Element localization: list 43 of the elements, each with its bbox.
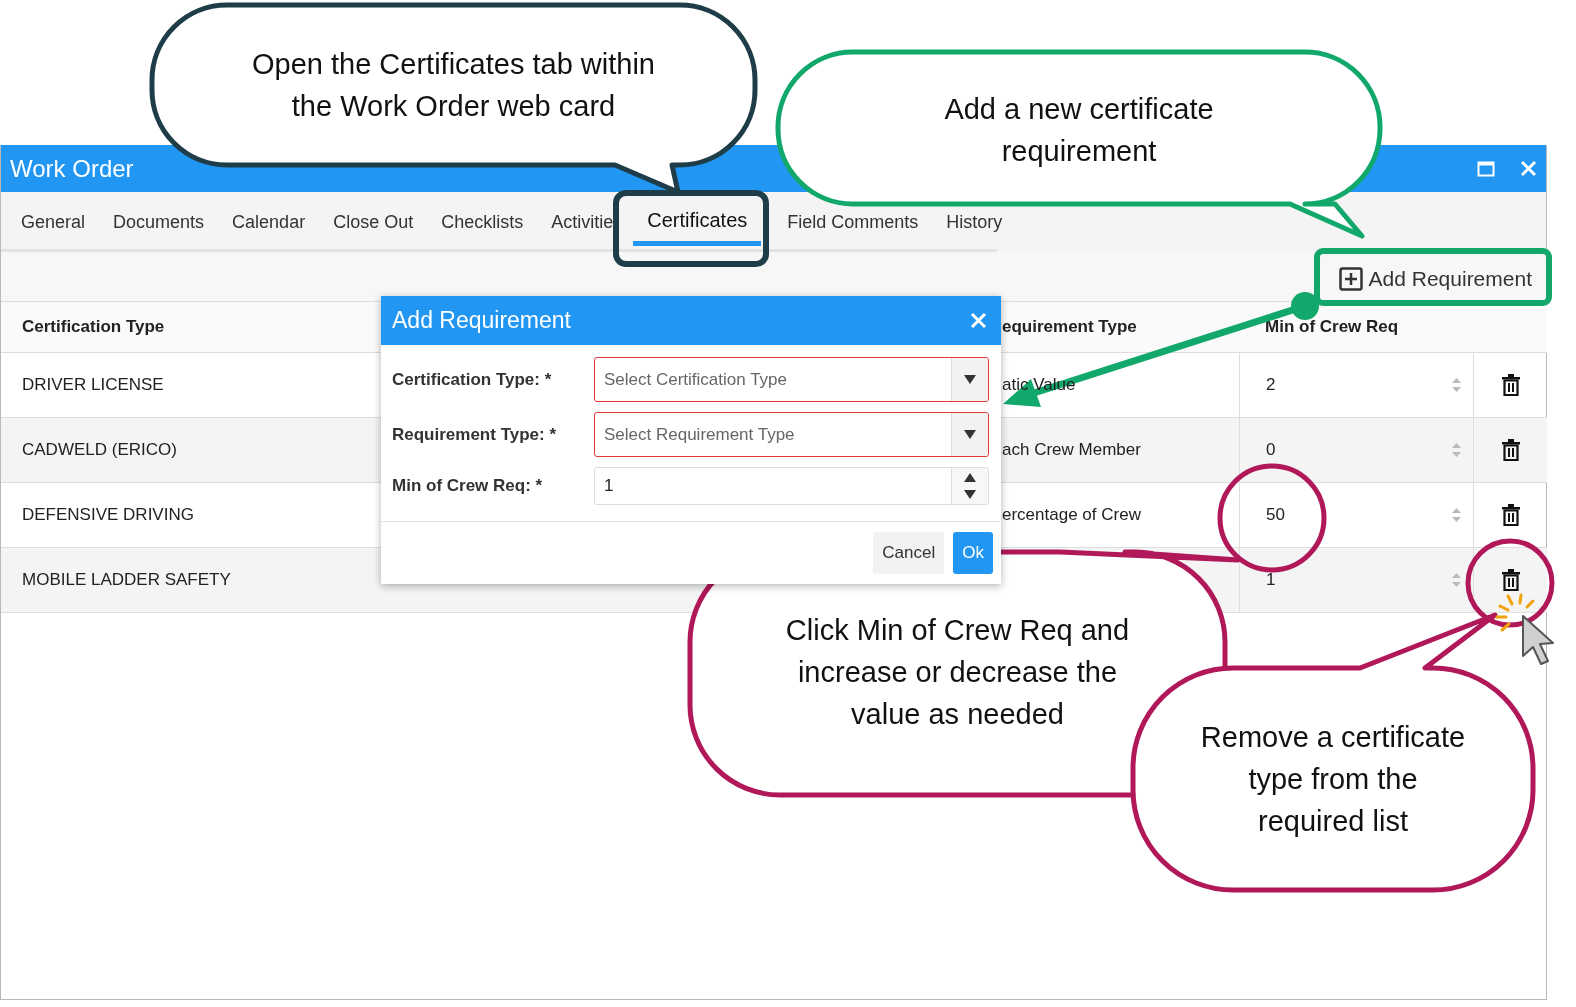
trash-icon[interactable] — [1501, 504, 1520, 526]
table-cell-text: ercentage of Crew — [1002, 504, 1141, 527]
column-header[interactable]: equirement Type — [1001, 302, 1239, 353]
trash-icon[interactable] — [1501, 569, 1520, 591]
select-field[interactable]: Select Certification Type — [594, 357, 989, 402]
tab[interactable]: Checklists — [427, 207, 538, 238]
tab[interactable]: Calendar — [218, 207, 320, 238]
field-label: Certification Type: * — [392, 368, 553, 391]
tab[interactable]: History — [932, 207, 1017, 238]
dialog-title: Add Requirement — [392, 306, 571, 336]
callout-text: Remove a certificate type from the required list — [1199, 720, 1467, 839]
field-label: Requirement Type: * — [392, 423, 558, 446]
callout-text: Add a new certificate requirement — [943, 92, 1215, 169]
tab[interactable]: Activitie — [537, 207, 628, 238]
tab[interactable]: Close Out — [319, 207, 428, 238]
trash-icon[interactable] — [1501, 374, 1520, 396]
tab[interactable]: General — [7, 207, 100, 238]
cursor-icon — [1522, 615, 1554, 665]
add-requirement-button[interactable]: Add Requirement — [1338, 262, 1532, 295]
close-icon — [970, 312, 987, 329]
table-cell[interactable]: 50 — [1266, 502, 1285, 528]
trash-icon[interactable] — [1501, 439, 1520, 461]
select-field[interactable]: Select Requirement Type — [594, 412, 989, 457]
tab[interactable]: Certificates — [633, 201, 762, 246]
window-title: Work Order — [10, 153, 134, 184]
table-cell[interactable]: 0 — [1266, 437, 1276, 463]
tab[interactable]: Documents — [99, 207, 219, 238]
callout-text: Click Min of Crew Req and increase or decrease the value as needed — [784, 613, 1131, 732]
number-field[interactable]: 1 — [594, 467, 989, 505]
click-burst-icon — [1495, 593, 1535, 632]
caret-icon[interactable] — [964, 430, 976, 439]
close-button[interactable] — [968, 310, 989, 331]
caret-icon[interactable] — [964, 375, 976, 384]
spinner-icon[interactable] — [963, 472, 977, 500]
maximize-icon[interactable] — [1477, 160, 1495, 177]
callout-text: Open the Certificates tab within the Work Order web card — [251, 47, 656, 124]
table-cell[interactable]: 1 — [1266, 567, 1276, 593]
cancel-button[interactable]: Cancel — [873, 532, 945, 574]
close-icon[interactable] — [1520, 160, 1537, 177]
table-cell[interactable]: 2 — [1266, 372, 1276, 398]
plus-square-icon — [1338, 266, 1363, 291]
tab[interactable]: Field Comments — [773, 207, 933, 238]
table-cell-text: ach Crew Member — [1002, 439, 1141, 462]
